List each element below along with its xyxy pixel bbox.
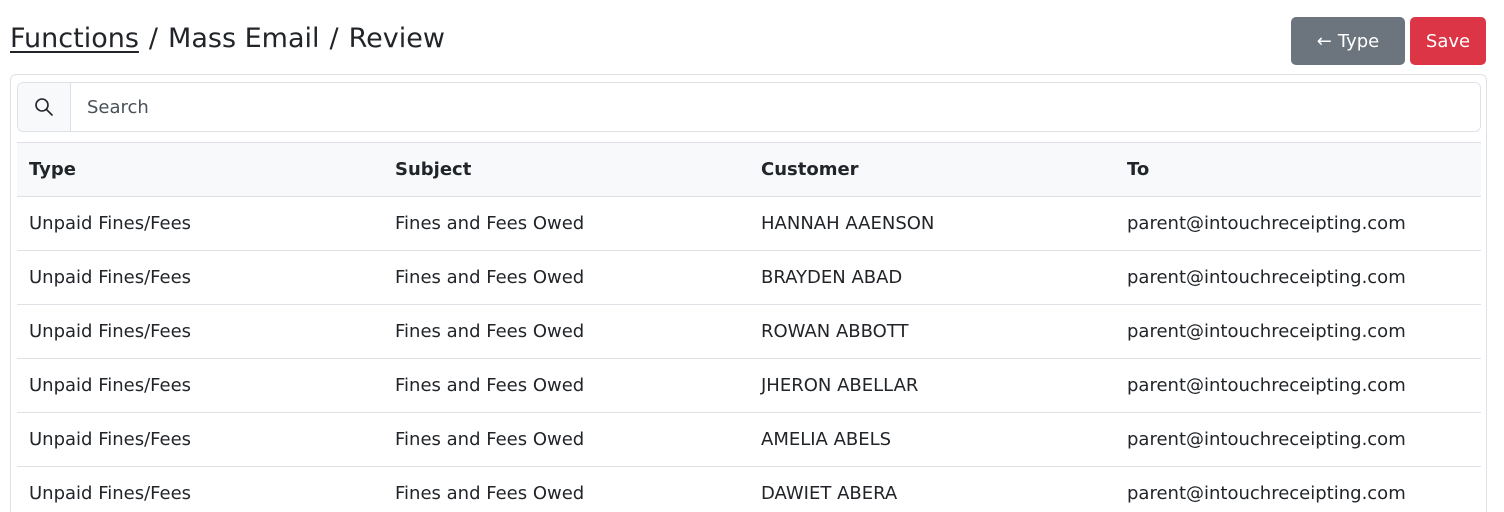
column-header-subject[interactable]: Subject bbox=[383, 142, 749, 197]
cell-to: parent@intouchreceipting.com bbox=[1115, 466, 1481, 512]
cell-subject: Fines and Fees Owed bbox=[383, 250, 749, 305]
table-row[interactable]: Unpaid Fines/Fees Fines and Fees Owed AM… bbox=[17, 412, 1481, 467]
search-icon-glyph bbox=[35, 98, 53, 116]
cell-to: parent@intouchreceipting.com bbox=[1115, 250, 1481, 305]
cell-to: parent@intouchreceipting.com bbox=[1115, 358, 1481, 413]
cell-subject: Fines and Fees Owed bbox=[383, 412, 749, 467]
cell-subject: Fines and Fees Owed bbox=[383, 304, 749, 359]
save-button[interactable]: Save bbox=[1410, 17, 1486, 65]
email-review-table: Type Subject Customer To Unpaid Fines/Fe… bbox=[17, 142, 1481, 512]
cell-customer: AMELIA ABELS bbox=[749, 412, 1115, 467]
cell-to: parent@intouchreceipting.com bbox=[1115, 412, 1481, 467]
cell-type: Unpaid Fines/Fees bbox=[17, 358, 383, 413]
page: Functions / Mass Email / Review ← Type S… bbox=[0, 0, 1504, 512]
cell-to: parent@intouchreceipting.com bbox=[1115, 304, 1481, 359]
cell-type: Unpaid Fines/Fees bbox=[17, 412, 383, 467]
table-row[interactable]: Unpaid Fines/Fees Fines and Fees Owed BR… bbox=[17, 250, 1481, 305]
search-group bbox=[17, 82, 1481, 132]
search-icon bbox=[18, 83, 71, 131]
cell-type: Unpaid Fines/Fees bbox=[17, 304, 383, 359]
cell-customer: BRAYDEN ABAD bbox=[749, 250, 1115, 305]
cell-customer: JHERON ABELLAR bbox=[749, 358, 1115, 413]
breadcrumb-current-review: Review bbox=[348, 22, 445, 54]
cell-to: parent@intouchreceipting.com bbox=[1115, 196, 1481, 251]
arrow-left-icon: ← bbox=[1316, 30, 1332, 52]
cell-customer: ROWAN ABBOTT bbox=[749, 304, 1115, 359]
table-row[interactable]: Unpaid Fines/Fees Fines and Fees Owed DA… bbox=[17, 466, 1481, 512]
back-button-label: Type bbox=[1337, 30, 1380, 52]
breadcrumb-separator: / bbox=[148, 22, 159, 54]
search-input[interactable] bbox=[71, 83, 1480, 131]
cell-customer: HANNAH AAENSON bbox=[749, 196, 1115, 251]
breadcrumb-separator: / bbox=[329, 22, 339, 54]
cell-customer: DAWIET ABERA bbox=[749, 466, 1115, 512]
cell-subject: Fines and Fees Owed bbox=[383, 466, 749, 512]
column-header-customer[interactable]: Customer bbox=[749, 142, 1115, 197]
table-header-row: Type Subject Customer To bbox=[17, 142, 1481, 197]
cell-type: Unpaid Fines/Fees bbox=[17, 250, 383, 305]
review-panel: Type Subject Customer To Unpaid Fines/Fe… bbox=[10, 74, 1487, 512]
back-to-type-button[interactable]: ← Type bbox=[1291, 17, 1405, 65]
breadcrumb: Functions / Mass Email / Review bbox=[10, 15, 445, 61]
table-row[interactable]: Unpaid Fines/Fees Fines and Fees Owed JH… bbox=[17, 358, 1481, 413]
table-row[interactable]: Unpaid Fines/Fees Fines and Fees Owed HA… bbox=[17, 196, 1481, 251]
cell-subject: Fines and Fees Owed bbox=[383, 196, 749, 251]
table-row[interactable]: Unpaid Fines/Fees Fines and Fees Owed RO… bbox=[17, 304, 1481, 359]
breadcrumb-item-mass-email: Mass Email bbox=[168, 22, 320, 54]
cell-type: Unpaid Fines/Fees bbox=[17, 196, 383, 251]
breadcrumb-link-functions[interactable]: Functions bbox=[10, 23, 139, 54]
cell-subject: Fines and Fees Owed bbox=[383, 358, 749, 413]
cell-type: Unpaid Fines/Fees bbox=[17, 466, 383, 512]
save-button-label: Save bbox=[1425, 30, 1471, 52]
column-header-to[interactable]: To bbox=[1115, 142, 1481, 197]
column-header-type[interactable]: Type bbox=[17, 142, 383, 197]
